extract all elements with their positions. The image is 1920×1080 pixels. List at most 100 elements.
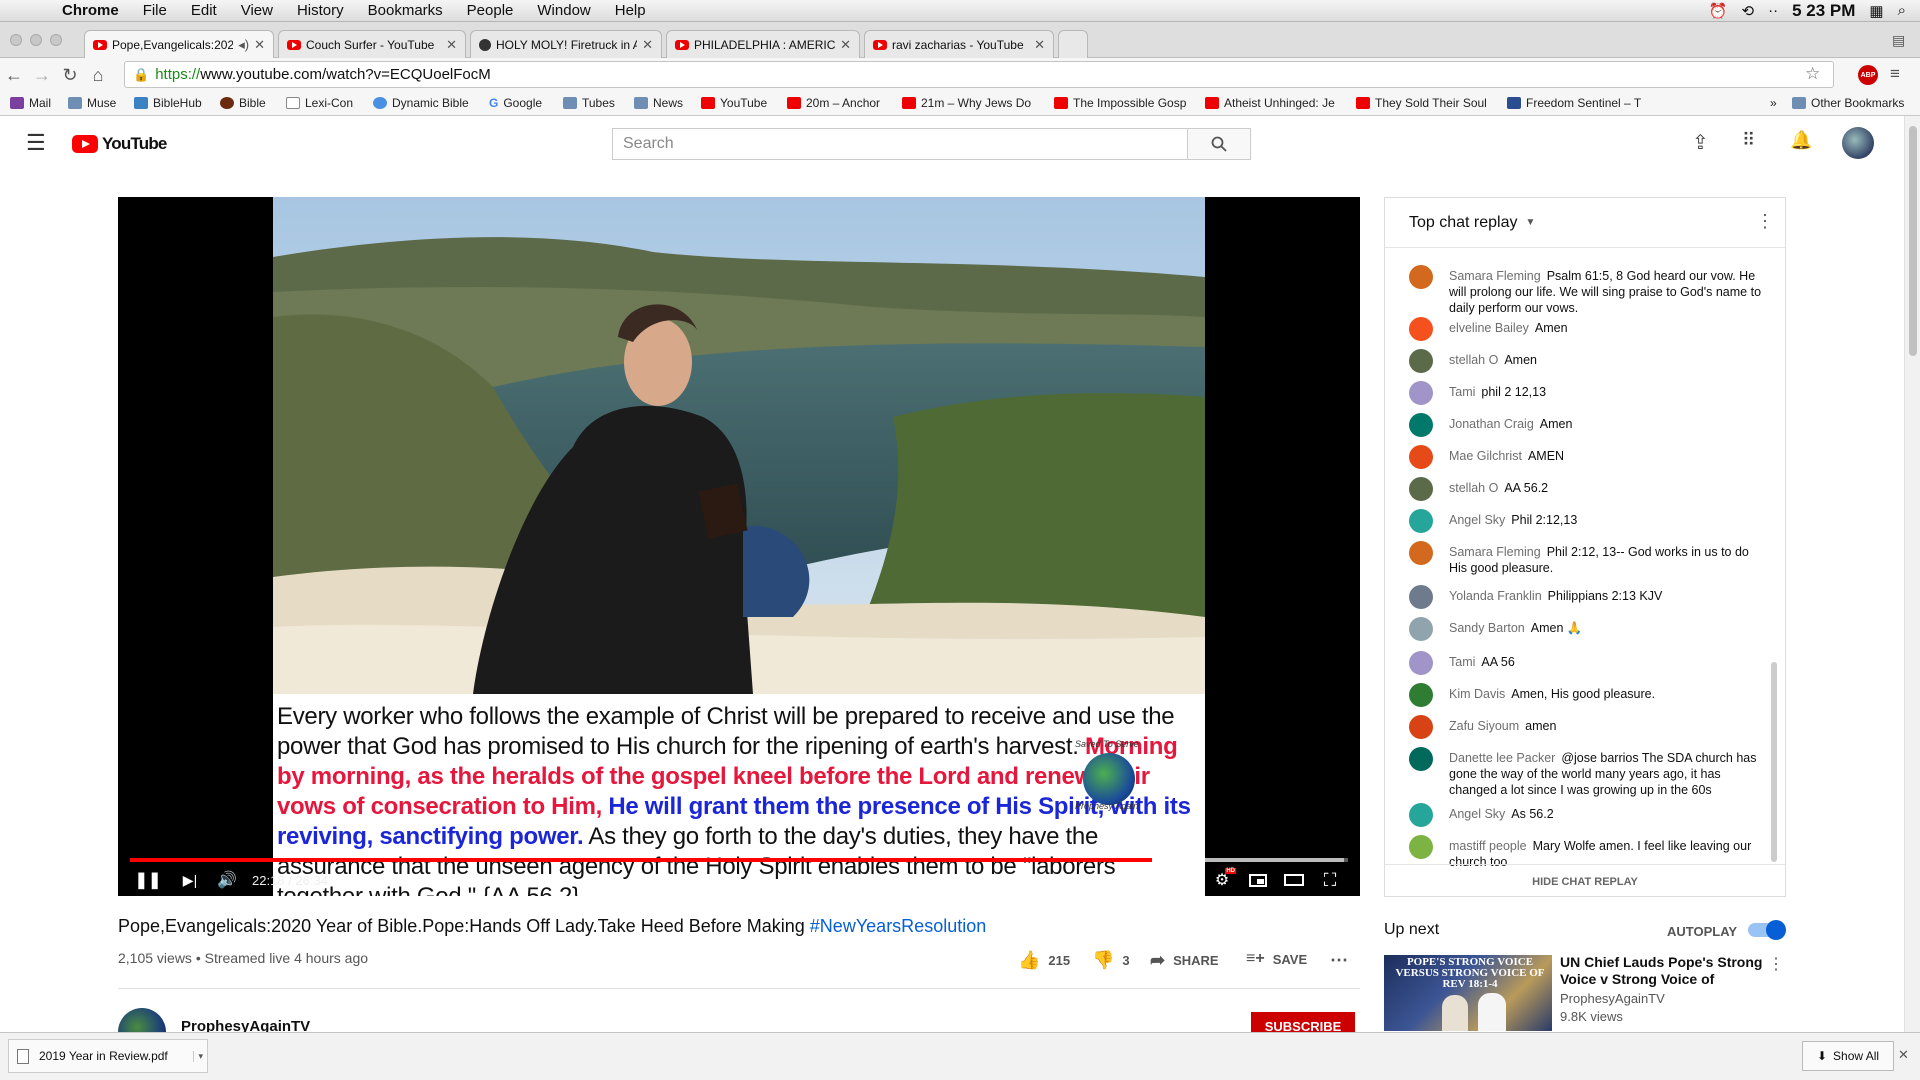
show-all-downloads-button[interactable]: ⬇ Show All: [1802, 1041, 1894, 1071]
bookmark-freedom-sentinel[interactable]: Freedom Sentinel – T: [1507, 96, 1643, 110]
chat-author-avatar[interactable]: [1409, 413, 1433, 437]
tab-close-icon[interactable]: ✕: [642, 37, 653, 53]
up-next-thumbnail[interactable]: POPE'S STRONG VOICE VERSUS STRONG VOICE …: [1384, 955, 1552, 1031]
hamburger-menu-icon[interactable]: ☰: [26, 130, 46, 156]
home-icon[interactable]: ⌂: [84, 65, 112, 86]
settings-gear-icon[interactable]: ⚙ HD: [1210, 865, 1236, 895]
miniplayer-icon[interactable]: [1246, 865, 1270, 895]
bookmark-impossible-gospel[interactable]: The Impossible Gosp: [1054, 96, 1189, 110]
dots-icon[interactable]: ··: [1768, 2, 1778, 19]
menu-edit[interactable]: Edit: [179, 2, 229, 19]
chat-author-avatar[interactable]: [1409, 803, 1433, 827]
autoplay-toggle[interactable]: [1748, 920, 1786, 940]
tab-close-icon[interactable]: ✕: [1034, 37, 1045, 53]
chat-author-name[interactable]: stellah O: [1449, 481, 1498, 495]
tab-close-icon[interactable]: ✕: [254, 37, 265, 53]
chat-author-name[interactable]: Jonathan Craig: [1449, 417, 1534, 431]
chrome-menu-icon[interactable]: ≡: [1890, 64, 1900, 84]
theater-mode-icon[interactable]: [1282, 865, 1306, 895]
bookmark-youtube[interactable]: YouTube: [701, 96, 775, 110]
alarm-icon[interactable]: ⏰: [1709, 2, 1728, 20]
bookmark-mail[interactable]: Mail: [10, 96, 60, 110]
time-machine-icon[interactable]: ⟲: [1742, 2, 1755, 20]
dislike-button[interactable]: 👎 3: [1092, 950, 1130, 971]
upload-icon[interactable]: ⇪: [1692, 130, 1709, 155]
chat-author-avatar[interactable]: [1409, 265, 1433, 289]
calendar-icon[interactable]: ▦: [1869, 2, 1883, 20]
menu-bookmarks[interactable]: Bookmarks: [356, 2, 455, 19]
more-actions-icon[interactable]: ⋯: [1330, 950, 1348, 971]
chat-author-name[interactable]: Angel Sky: [1449, 807, 1505, 821]
hide-chat-replay-button[interactable]: HIDE CHAT REPLAY: [1385, 864, 1785, 896]
account-avatar[interactable]: [1842, 127, 1874, 159]
chat-author-name[interactable]: Danette lee Packer: [1449, 751, 1555, 765]
chat-author-avatar[interactable]: [1409, 477, 1433, 501]
bookmark-star-icon[interactable]: ☆: [1805, 64, 1820, 84]
page-scrollbar-thumb[interactable]: [1909, 126, 1917, 356]
chat-author-name[interactable]: Yolanda Franklin: [1449, 589, 1542, 603]
bookmarks-overflow-button[interactable]: »: [1770, 96, 1782, 110]
menu-file[interactable]: File: [131, 2, 179, 19]
fullscreen-icon[interactable]: ⛶: [1318, 865, 1342, 895]
chat-author-avatar[interactable]: [1409, 541, 1433, 565]
chat-author-name[interactable]: Tami: [1449, 385, 1475, 399]
tab-holy-moly[interactable]: HOLY MOLY! Firetruck in A ✕: [470, 30, 662, 58]
menu-people[interactable]: People: [455, 2, 526, 19]
menubar-clock[interactable]: 5 23 PM: [1792, 1, 1855, 21]
chat-author-avatar[interactable]: [1409, 715, 1433, 739]
chat-author-avatar[interactable]: [1409, 651, 1433, 675]
menu-window[interactable]: Window: [525, 2, 602, 19]
up-next-more-icon[interactable]: ⋮: [1768, 954, 1784, 974]
chat-author-name[interactable]: stellah O: [1449, 353, 1498, 367]
tab-close-icon[interactable]: ✕: [446, 37, 457, 53]
bookmark-dynamic-bible[interactable]: Dynamic Bible: [373, 96, 473, 110]
chat-author-name[interactable]: Tami: [1449, 655, 1475, 669]
youtube-logo[interactable]: YouTube: [72, 134, 167, 154]
chat-author-name[interactable]: Zafu Siyoum: [1449, 719, 1519, 733]
chat-author-avatar[interactable]: [1409, 349, 1433, 373]
bookmark-biblehub[interactable]: BibleHub: [134, 96, 214, 110]
chat-author-avatar[interactable]: [1409, 617, 1433, 641]
video-player[interactable]: Every worker who follows the example of …: [118, 197, 1360, 896]
tab-pope-evangelicals[interactable]: Pope,Evangelicals:2020 ◂) ✕: [84, 30, 274, 59]
window-zoom-icon[interactable]: [50, 34, 62, 46]
volume-icon[interactable]: 🔊: [214, 865, 240, 895]
chat-author-avatar[interactable]: [1409, 445, 1433, 469]
chat-author-name[interactable]: Samara Fleming: [1449, 545, 1541, 559]
chat-author-avatar[interactable]: [1409, 317, 1433, 341]
chat-scrollbar[interactable]: [1771, 662, 1777, 862]
chevron-down-icon[interactable]: ▼: [1526, 217, 1536, 228]
search-input[interactable]: Search: [612, 128, 1188, 160]
bookmark-20m-anchor[interactable]: 20m – Anchor: [787, 96, 889, 110]
pause-icon[interactable]: ❚❚: [135, 865, 162, 895]
chat-author-avatar[interactable]: [1409, 381, 1433, 405]
notifications-bell-icon[interactable]: 🔔: [1790, 130, 1812, 151]
window-minimize-icon[interactable]: [30, 34, 42, 46]
chat-more-options-icon[interactable]: ⋮: [1756, 211, 1774, 232]
chat-author-name[interactable]: mastiff people: [1449, 839, 1527, 853]
progress-bar[interactable]: [130, 858, 1348, 862]
menu-app-name[interactable]: Chrome: [50, 2, 131, 19]
address-bar[interactable]: 🔒 https:// www.youtube.com/watch?v=ECQUo…: [124, 61, 1834, 88]
save-button[interactable]: ≡+ SAVE: [1246, 950, 1307, 968]
chat-author-avatar[interactable]: [1409, 585, 1433, 609]
bookmark-atheist-unhinged[interactable]: Atheist Unhinged: Je: [1205, 96, 1341, 110]
menu-help[interactable]: Help: [603, 2, 658, 19]
chat-author-name[interactable]: elveline Bailey: [1449, 321, 1529, 335]
captions-button[interactable]: CC: [1176, 865, 1198, 895]
share-button[interactable]: ➦ SHARE: [1150, 950, 1219, 971]
like-button[interactable]: 👍 215: [1018, 950, 1070, 971]
bookmark-muse[interactable]: Muse: [68, 96, 128, 110]
bookmark-bible[interactable]: Bible: [220, 96, 276, 110]
bookmark-they-sold[interactable]: They Sold Their Soul: [1356, 96, 1490, 110]
chat-author-avatar[interactable]: [1409, 835, 1433, 859]
tab-ravi-zacharias[interactable]: ravi zacharias - YouTube ✕: [864, 30, 1054, 58]
apps-grid-icon[interactable]: ⠿: [1742, 130, 1755, 151]
adblock-icon[interactable]: ABP: [1858, 65, 1878, 85]
profile-menu-icon[interactable]: ▤: [1892, 32, 1905, 49]
chat-author-name[interactable]: Samara Fleming: [1449, 269, 1541, 283]
tab-close-icon[interactable]: ✕: [840, 37, 851, 53]
bookmark-lexi-con[interactable]: Lexi-Con: [286, 96, 360, 110]
bookmark-21m-why-jews[interactable]: 21m – Why Jews Do: [902, 96, 1037, 110]
back-icon[interactable]: ←: [0, 65, 28, 86]
